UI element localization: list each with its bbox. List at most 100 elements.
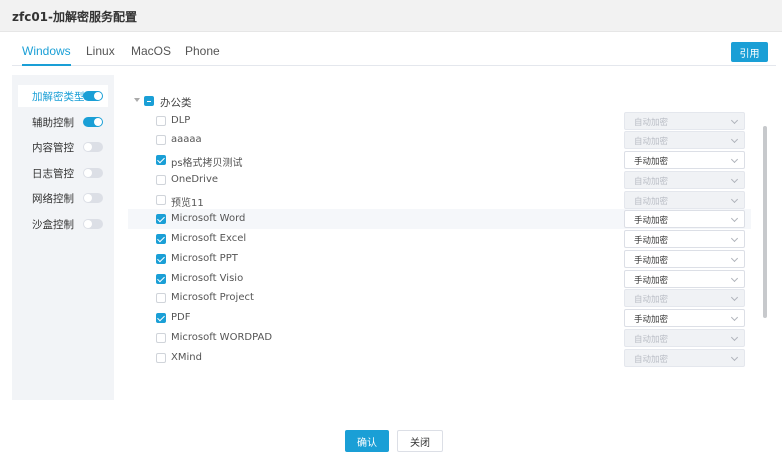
row-checkbox[interactable] [156,155,166,165]
encryption-mode-select[interactable]: 手动加密 [624,270,745,288]
row-checkbox[interactable] [156,214,166,224]
tree-root-office[interactable]: 办公类 [128,94,748,110]
tab-linux[interactable]: Linux [86,44,115,66]
encryption-mode-select[interactable]: 自动加密 [624,329,745,347]
select-value: 自动加密 [634,335,669,345]
chevron-down-icon [730,254,739,263]
tree-row: ps格式拷贝测试 手动加密 [128,150,751,170]
row-checkbox[interactable] [156,293,166,303]
app-name: XMind [171,352,202,363]
tab-windows[interactable]: Windows [22,44,71,66]
row-checkbox[interactable] [156,274,166,284]
select-value: 手动加密 [634,256,669,266]
sidebar: 加解密类型 辅助控制 内容管控 日志管控 网络控制 沙盒控制 [12,75,114,400]
select-value: 自动加密 [634,137,669,147]
sidebar-item-log-control[interactable]: 日志管控 [18,162,108,184]
tree-row: PDF 手动加密 [128,308,751,328]
row-checkbox[interactable] [156,135,166,145]
tree-row: Microsoft Excel 手动加密 [128,229,751,249]
app-name: Microsoft Project [171,292,254,303]
row-checkbox[interactable] [156,353,166,363]
chevron-down-icon [730,116,739,125]
app-name: DLP [171,115,191,126]
close-button[interactable]: 关闭 [397,430,443,452]
encryption-mode-select[interactable]: 自动加密 [624,191,745,209]
log-control-toggle[interactable] [83,168,103,178]
sidebar-item-content-control[interactable]: 内容管控 [18,136,108,158]
row-checkbox[interactable] [156,234,166,244]
row-checkbox[interactable] [156,313,166,323]
tree-root-label: 办公类 [160,97,192,109]
encryption-type-toggle[interactable] [83,91,103,101]
chevron-down-icon [730,234,739,243]
sidebar-item-label: 内容管控 [32,142,74,154]
tree-row: OneDrive 自动加密 [128,170,751,190]
toggle-knob [84,169,92,177]
scrollbar-thumb[interactable] [763,126,767,318]
tree-row: Microsoft Visio 手动加密 [128,269,751,289]
encryption-mode-select[interactable]: 自动加密 [624,131,745,149]
tree-row: Microsoft Project 自动加密 [128,288,751,308]
chevron-down-icon [730,135,739,144]
app-name: OneDrive [171,174,219,185]
sandbox-control-toggle[interactable] [83,219,103,229]
toggle-knob [94,92,102,100]
toggle-knob [84,220,92,228]
apply-button[interactable]: 引用 [731,42,768,62]
confirm-button[interactable]: 确认 [345,430,389,452]
row-checkbox[interactable] [156,116,166,126]
encryption-mode-select[interactable]: 手动加密 [624,210,745,228]
app-name: aaaaa [171,134,202,145]
select-value: 手动加密 [634,157,669,167]
row-checkbox[interactable] [156,254,166,264]
toggle-knob [84,143,92,151]
content-control-toggle[interactable] [83,142,103,152]
sidebar-item-auxiliary-control[interactable]: 辅助控制 [18,111,108,133]
chevron-down-icon [730,293,739,302]
row-checkbox[interactable] [156,195,166,205]
sidebar-item-label: 辅助控制 [32,117,74,129]
caret-down-icon[interactable] [134,98,140,102]
chevron-down-icon [730,353,739,362]
encryption-mode-select[interactable]: 手动加密 [624,151,745,169]
encryption-mode-select[interactable]: 手动加密 [624,309,745,327]
select-value: 自动加密 [634,295,669,305]
dialog-title: zfc01-加解密服务配置 [12,10,137,24]
encryption-mode-select[interactable]: 自动加密 [624,289,745,307]
sidebar-item-label: 加解密类型 [32,91,85,103]
row-checkbox[interactable] [156,333,166,343]
app-name: Microsoft Visio [171,273,244,284]
tree-row: DLP 自动加密 [128,111,751,131]
chevron-down-icon [730,155,739,164]
chevron-down-icon [730,274,739,283]
sidebar-item-label: 日志管控 [32,168,74,180]
tree-row: aaaaa 自动加密 [128,130,751,150]
app-name: Microsoft WORDPAD [171,332,273,343]
tree-row: 预览11 自动加密 [128,190,751,210]
sidebar-item-network-control[interactable]: 网络控制 [18,187,108,209]
tree-row: Microsoft PPT 手动加密 [128,249,751,269]
app-name: Microsoft Word [171,213,246,224]
encryption-mode-select[interactable]: 手动加密 [624,250,745,268]
select-value: 手动加密 [634,236,669,246]
auxiliary-control-toggle[interactable] [83,117,103,127]
select-value: 自动加密 [634,355,669,365]
tab-macos[interactable]: MacOS [131,44,171,66]
sidebar-item-sandbox-control[interactable]: 沙盒控制 [18,213,108,235]
encryption-mode-select[interactable]: 自动加密 [624,112,745,130]
select-value: 自动加密 [634,118,669,128]
encryption-mode-select[interactable]: 手动加密 [624,230,745,248]
network-control-toggle[interactable] [83,193,103,203]
row-checkbox[interactable] [156,175,166,185]
tree-scrollbar[interactable] [763,88,768,370]
encryption-mode-select[interactable]: 自动加密 [624,349,745,367]
app-name: PDF [171,312,191,323]
sidebar-item-label: 沙盒控制 [32,219,74,231]
encryption-mode-select[interactable]: 自动加密 [624,171,745,189]
tab-phone[interactable]: Phone [185,44,220,66]
sidebar-item-encryption-type[interactable]: 加解密类型 [18,85,108,107]
tree-row: Microsoft Word 手动加密 [128,209,751,229]
app-name: ps格式拷贝测试 [171,158,243,169]
chevron-down-icon [730,175,739,184]
root-checkbox[interactable] [144,96,154,106]
